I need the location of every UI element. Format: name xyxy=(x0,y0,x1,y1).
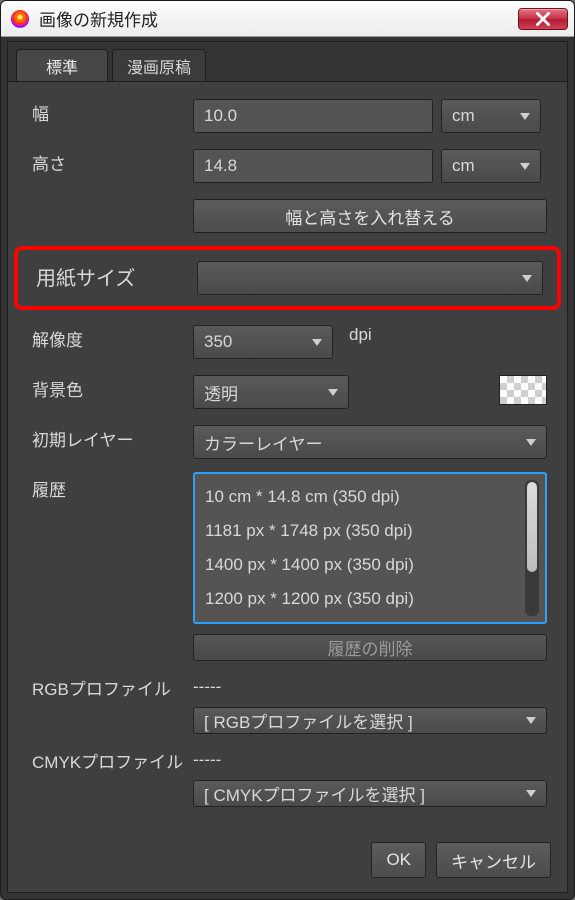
row-history: 履歴 10 cm * 14.8 cm (350 dpi) 1181 px * 1… xyxy=(28,472,547,661)
transparent-swatch xyxy=(499,375,547,405)
chevron-down-icon xyxy=(526,439,536,446)
tab-standard[interactable]: 標準 xyxy=(16,49,108,81)
initlayer-label: 初期レイヤー xyxy=(28,422,193,451)
select-value: 透明 xyxy=(204,380,238,405)
chevron-down-icon xyxy=(526,717,536,724)
select-value: cm xyxy=(452,106,475,126)
row-resolution: 解像度 350 dpi xyxy=(28,322,547,362)
chevron-down-icon xyxy=(522,275,532,282)
select-value: カラーレイヤー xyxy=(204,430,323,455)
chevron-down-icon xyxy=(520,163,530,170)
select-value: [ RGBプロファイルを選択 ] xyxy=(204,708,413,733)
chevron-down-icon xyxy=(312,339,322,346)
cancel-button[interactable]: キャンセル xyxy=(436,842,551,878)
rgb-profile-value: ----- xyxy=(193,671,547,697)
dialog-footer: OK キャンセル xyxy=(371,842,551,878)
papersize-highlight: 用紙サイズ xyxy=(14,246,561,310)
close-icon xyxy=(536,12,550,26)
bgcolor-select[interactable]: 透明 xyxy=(193,375,349,409)
delete-history-button[interactable]: 履歴の削除 xyxy=(193,634,547,661)
button-label: 幅と高さを入れ替える xyxy=(285,204,455,229)
button-label: 履歴の削除 xyxy=(328,635,413,660)
select-value: cm xyxy=(452,156,475,176)
resolution-label: 解像度 xyxy=(28,322,193,351)
list-item[interactable]: 1400 px * 1400 px (350 dpi) xyxy=(205,548,519,582)
height-input[interactable] xyxy=(193,149,433,183)
row-height: 高さ cm xyxy=(28,146,547,186)
resolution-unit: dpi xyxy=(341,325,372,359)
width-input[interactable] xyxy=(193,99,433,133)
row-initlayer: 初期レイヤー カラーレイヤー xyxy=(28,422,547,462)
height-unit-select[interactable]: cm xyxy=(441,149,541,183)
history-listbox[interactable]: 10 cm * 14.8 cm (350 dpi) 1181 px * 1748… xyxy=(193,472,547,624)
history-label: 履歴 xyxy=(28,472,193,501)
width-label: 幅 xyxy=(28,96,193,125)
cmyk-profile-select[interactable]: [ CMYKプロファイルを選択 ] xyxy=(193,780,547,807)
chevron-down-icon xyxy=(328,389,338,396)
window-title: 画像の新規作成 xyxy=(39,6,158,31)
history-scrollbar[interactable] xyxy=(525,480,539,616)
button-label: OK xyxy=(386,850,411,870)
row-cmyk-profile: CMYKプロファイル ----- [ CMYKプロファイルを選択 ] xyxy=(28,744,547,807)
history-items: 10 cm * 14.8 cm (350 dpi) 1181 px * 1748… xyxy=(205,480,519,616)
row-bgcolor: 背景色 透明 xyxy=(28,372,547,412)
height-label: 高さ xyxy=(28,146,193,175)
chevron-down-icon xyxy=(526,790,536,797)
cmyk-profile-value: ----- xyxy=(193,744,547,770)
list-item[interactable]: 1200 px * 1200 px (350 dpi) xyxy=(205,582,519,616)
bgcolor-label: 背景色 xyxy=(28,372,193,401)
row-swap: 幅と高さを入れ替える xyxy=(28,196,547,236)
rgb-profile-select[interactable]: [ RGBプロファイルを選択 ] xyxy=(193,707,547,734)
resolution-select[interactable]: 350 xyxy=(193,325,333,359)
app-icon xyxy=(11,10,29,28)
row-papersize: 用紙サイズ xyxy=(32,258,543,298)
initlayer-select[interactable]: カラーレイヤー xyxy=(193,425,547,459)
list-item[interactable]: 10 cm * 14.8 cm (350 dpi) xyxy=(205,480,519,514)
client-area: 標準 漫画原稿 幅 cm 高さ xyxy=(7,41,568,893)
tabstrip: 標準 漫画原稿 xyxy=(8,42,567,82)
select-value: 350 xyxy=(204,332,232,352)
swap-wh-button[interactable]: 幅と高さを入れ替える xyxy=(193,199,547,233)
rgb-profile-label: RGBプロファイル xyxy=(28,671,193,700)
row-rgb-profile: RGBプロファイル ----- [ RGBプロファイルを選択 ] xyxy=(28,671,547,734)
chevron-down-icon xyxy=(520,113,530,120)
scrollbar-thumb[interactable] xyxy=(527,482,537,572)
list-item[interactable]: 1181 px * 1748 px (350 dpi) xyxy=(205,514,519,548)
panel-standard: 幅 cm 高さ cm xyxy=(8,82,567,827)
tab-manga[interactable]: 漫画原稿 xyxy=(112,49,206,81)
select-value: [ CMYKプロファイルを選択 ] xyxy=(204,781,425,806)
width-unit-select[interactable]: cm xyxy=(441,99,541,133)
close-button[interactable] xyxy=(518,8,568,30)
titlebar: 画像の新規作成 xyxy=(1,1,574,37)
cmyk-profile-label: CMYKプロファイル xyxy=(28,744,193,773)
row-width: 幅 cm xyxy=(28,96,547,136)
tab-label: 標準 xyxy=(46,54,78,78)
papersize-select[interactable] xyxy=(197,261,543,295)
ok-button[interactable]: OK xyxy=(371,842,426,878)
new-image-dialog: 画像の新規作成 標準 漫画原稿 幅 cm xyxy=(0,0,575,900)
papersize-label: 用紙サイズ xyxy=(32,258,197,291)
tab-label: 漫画原稿 xyxy=(127,54,191,78)
button-label: キャンセル xyxy=(451,848,536,873)
